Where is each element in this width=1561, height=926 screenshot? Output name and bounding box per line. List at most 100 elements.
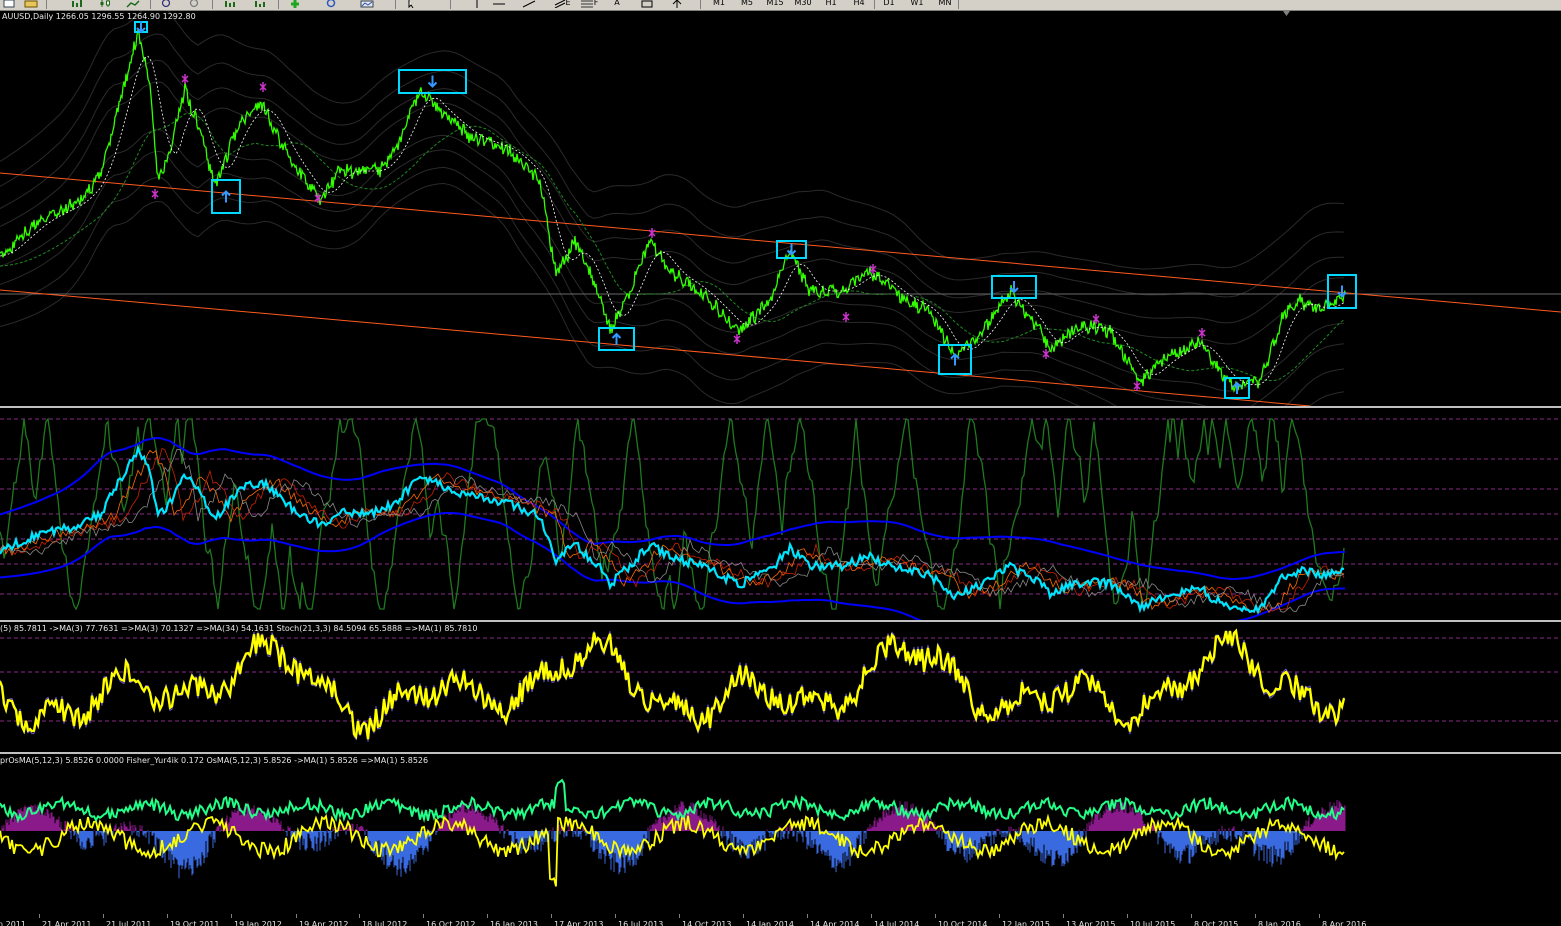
envelope-band-line [0,129,1345,392]
label-tool-icon[interactable] [640,0,654,8]
osma-signal-line [0,778,1345,824]
price-pane[interactable]: AUUSD,Daily 1266.05 1296.55 1264.90 1292… [0,11,1561,406]
moving-average-line [0,447,1345,613]
chart-window[interactable]: AUUSD,Daily 1266.05 1296.55 1264.90 1292… [0,11,1561,926]
fractal-marker [842,312,850,322]
toolbar-separator [395,0,396,9]
timeframe-d1[interactable]: D1 [878,0,900,9]
time-axis-label: 16 Oct 2012 [426,920,476,926]
templates-icon[interactable] [360,0,374,8]
stochastic-chart[interactable] [0,623,1561,752]
time-axis-label: 12 Jan 2015 [1002,920,1050,926]
time-axis-label: 8 Oct 2015 [1194,920,1239,926]
pane-separator[interactable] [0,406,1561,408]
fractal-marker [1042,349,1050,359]
time-axis-label: 14 Oct 2013 [682,920,732,926]
chart-line-icon[interactable] [126,0,140,8]
horizontal-line-icon[interactable] [492,0,506,8]
bands-indicator-chart[interactable] [0,409,1561,620]
time-axis-tick [231,914,232,918]
symbol-ohlc-label: AUUSD,Daily 1266.05 1296.55 1264.90 1292… [2,12,196,21]
time-axis-label: 14 Jan 2014 [746,920,794,926]
zoom-in-icon[interactable] [160,0,174,8]
time-axis-tick [1255,914,1256,918]
pane-separator[interactable] [0,620,1561,622]
time-axis-label: 18 Jul 2012 [362,920,408,926]
time-axis-tick [999,914,1000,918]
time-axis-label: 10 Oct 2014 [938,920,988,926]
new-chart-icon[interactable] [2,0,16,8]
time-axis-label: 8 Jan 2016 [1258,920,1301,926]
indicator-pane-bands[interactable] [0,409,1561,620]
time-axis-tick [551,914,552,918]
toolbar-separator [150,0,151,9]
autoscroll-icon[interactable] [254,0,268,8]
time-axis-label: 16 Jul 2013 [618,920,664,926]
timeframe-m30[interactable]: M30 [790,0,816,9]
time-axis-tick [1191,914,1192,918]
buy-arrow-icon [611,332,622,345]
toolbar-separator [874,0,875,9]
toolbar: E F A M1 M5 M15 M30 H1 H4 D1 W1 MN [0,0,1561,11]
time-axis-tick [615,914,616,918]
fractal-marker [1133,381,1141,391]
indicator-pane-stochastic[interactable]: (5) 85.7811 ->MA(3) 77.7631 =>MA(3) 70.1… [0,623,1561,752]
price-chart[interactable] [0,11,1561,406]
timeframe-mn[interactable]: MN [934,0,956,9]
period-icon[interactable] [324,0,338,8]
time-axis-label: 21 Jul 2011 [106,920,152,926]
chart-candles-icon[interactable] [98,0,112,8]
envelope-band-line [0,33,1345,298]
tool-letter-e[interactable]: E [564,0,572,9]
time-axis-tick [359,914,360,918]
fractal-marker [151,189,159,199]
time-axis-label: 21 Apr 2011 [42,920,92,926]
fractal-marker [733,334,741,344]
time-axis-tick [871,914,872,918]
time-axis-label: 20 Jan 2011 [0,920,26,926]
time-axis-tick [487,914,488,918]
timeframe-h4[interactable]: H4 [848,0,870,9]
toolbar-separator [278,0,279,9]
fractal-marker [259,82,267,92]
terminal-window: E F A M1 M5 M15 M30 H1 H4 D1 W1 MN AUUSD… [0,0,1561,926]
tile-windows-icon[interactable] [224,0,238,8]
timeframe-w1[interactable]: W1 [906,0,928,9]
trend-line-icon[interactable] [522,0,536,8]
time-axis-tick [935,914,936,918]
arrow-tool-icon[interactable] [670,0,684,8]
indicator-pane-osma[interactable]: prOsMA(5,12,3) 5.8526 0.0000 Fisher_Yur4… [0,755,1561,915]
toolbar-separator [212,0,213,9]
osma-label: prOsMA(5,12,3) 5.8526 0.0000 Fisher_Yur4… [0,756,429,765]
time-axis-label: 17 Apr 2013 [554,920,604,926]
main-indicator-line [0,444,1345,615]
toolbar-separator [46,0,47,9]
open-icon[interactable] [24,0,38,8]
moving-average-line [0,449,1345,614]
moving-average-line [0,448,1345,613]
cursor-icon[interactable] [404,0,418,8]
time-axis-tick [39,914,40,918]
pane-separator[interactable] [0,752,1561,754]
time-axis-tick [679,914,680,918]
time-axis-tick [1063,914,1064,918]
upper-trendline [0,172,1561,313]
slow-moving-average [0,112,1346,382]
time-axis-label: 14 Apr 2014 [810,920,860,926]
timeframe-m1[interactable]: M1 [708,0,730,9]
time-axis-label: 19 Oct 2011 [170,920,220,926]
vertical-line-icon[interactable] [470,0,484,8]
add-indicator-icon[interactable] [288,0,302,8]
zoom-out-icon[interactable] [188,0,202,8]
chart-bars-icon[interactable] [70,0,84,8]
time-axis-tick [743,914,744,918]
text-tool[interactable]: A [612,0,622,9]
stochastic-label: (5) 85.7811 ->MA(3) 77.7631 =>MA(3) 70.1… [0,624,478,633]
timeframe-h1[interactable]: H1 [820,0,842,9]
timeframe-m15[interactable]: M15 [762,0,788,9]
tool-letter-f[interactable]: F [592,0,600,9]
timeframe-m5[interactable]: M5 [736,0,758,9]
osma-chart[interactable] [0,755,1561,915]
time-axis-tick [1127,914,1128,918]
toolbar-separator [958,0,959,9]
